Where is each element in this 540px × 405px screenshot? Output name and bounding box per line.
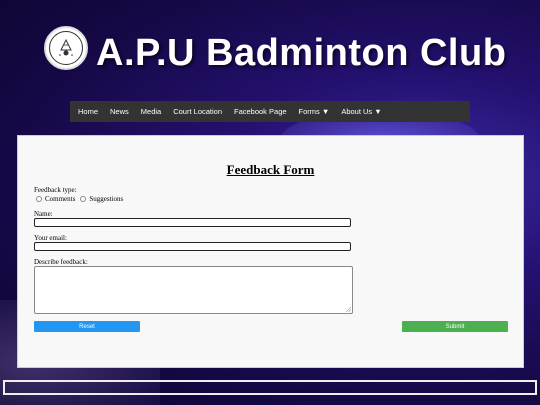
nav-court-location[interactable]: Court Location: [167, 101, 228, 122]
comments-radio[interactable]: [36, 196, 42, 202]
reset-button[interactable]: Reset: [34, 321, 140, 332]
feedback-type-label: Feedback type:: [34, 186, 77, 194]
site-header: A.P.U Badminton Club: [0, 20, 540, 90]
comments-radio-label: Comments: [45, 195, 76, 203]
suggestions-radio[interactable]: [80, 196, 87, 202]
shuttlecock-icon: [59, 38, 73, 56]
name-label: Name:: [34, 210, 53, 218]
email-label: Your email:: [34, 234, 67, 242]
suggestions-radio-label: Suggestions: [89, 195, 124, 203]
describe-feedback-label: Describe feedback:: [34, 258, 88, 266]
club-logo: [44, 26, 88, 70]
footer-bar: [3, 380, 537, 395]
submit-button[interactable]: Submit: [402, 321, 508, 332]
resize-handle-icon[interactable]: [346, 307, 351, 312]
main-navbar: Home News Media Court Location Facebook …: [70, 101, 470, 122]
nav-news[interactable]: News: [104, 101, 135, 122]
site-title: A.P.U Badminton Club: [96, 32, 507, 74]
nav-media[interactable]: Media: [135, 101, 167, 122]
nav-forms-dropdown[interactable]: Forms ▼: [293, 101, 336, 122]
nav-about-dropdown[interactable]: About Us ▼: [335, 101, 387, 122]
feedback-form-panel: Feedback Form Feedback type: Comments Su…: [17, 135, 524, 368]
name-field[interactable]: [34, 218, 351, 227]
form-title: Feedback Form: [226, 162, 315, 177]
nav-home[interactable]: Home: [72, 101, 104, 122]
email-field[interactable]: [34, 242, 351, 251]
feedback-type-group: Comments Suggestions: [36, 195, 125, 203]
feedback-textarea[interactable]: [34, 266, 353, 314]
nav-facebook-page[interactable]: Facebook Page: [228, 101, 293, 122]
